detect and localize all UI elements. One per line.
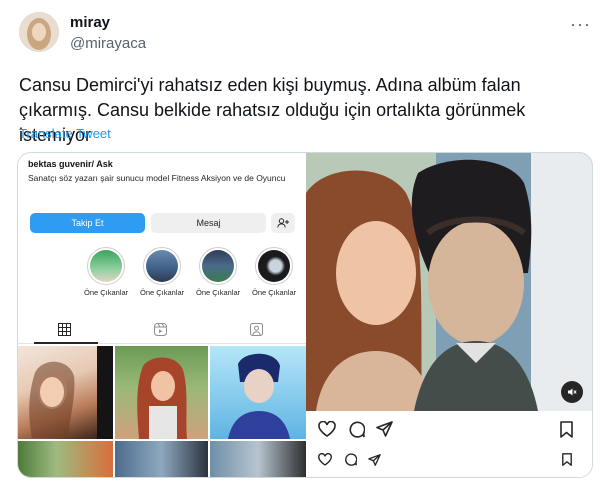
post-thumbnail — [97, 346, 113, 439]
highlight-item: Öne Çıkanlar — [196, 247, 240, 297]
post-photo — [306, 153, 592, 411]
tweet-media[interactable]: bektas guvenir/ Ask Sanatçı söz yazarı ş… — [17, 152, 593, 478]
post-thumbnail — [18, 346, 97, 439]
heart-icon — [318, 420, 336, 441]
post-thumbnail — [115, 346, 208, 439]
translate-tweet-link[interactable]: Translate Tweet — [19, 126, 111, 141]
post-thumbnail — [210, 346, 306, 439]
bookmark-icon — [562, 453, 572, 470]
comment-icon — [344, 453, 358, 470]
avatar[interactable] — [19, 12, 59, 52]
highlight-item: Öne Çıkanlar — [84, 247, 128, 297]
post-thumbnail — [210, 441, 306, 477]
message-button: Mesaj — [151, 213, 266, 233]
highlight-item: Öne Çıkanlar — [140, 247, 184, 297]
ig-bio: Sanatçı söz yazarı şair sunucu model Fit… — [28, 173, 286, 183]
share-icon — [376, 421, 393, 441]
active-tab-indicator — [34, 342, 98, 344]
add-user-icon — [271, 213, 295, 233]
comment-icon — [348, 421, 366, 442]
highlight-label: Öne Çıkanlar — [252, 288, 297, 297]
more-icon[interactable]: ··· — [570, 14, 591, 35]
instagram-post-screenshot — [306, 153, 592, 477]
bookmark-icon — [560, 421, 573, 442]
post-thumbnail — [115, 441, 208, 477]
highlight-label: Öne Çıkanlar — [84, 288, 129, 297]
share-icon — [368, 453, 381, 470]
post-thumbnail — [18, 441, 113, 477]
reels-icon — [154, 323, 167, 339]
author-handle[interactable]: @mirayaca — [70, 35, 146, 52]
grid-icon — [58, 323, 71, 339]
highlight-label: Öne Çıkanlar — [140, 288, 185, 297]
instagram-profile-screenshot: bektas guvenir/ Ask Sanatçı söz yazarı ş… — [18, 153, 306, 477]
ig-username: bektas guvenir/ Ask — [28, 159, 113, 169]
highlight-label: Öne Çıkanlar — [196, 288, 241, 297]
mute-icon — [561, 381, 583, 403]
post-action-bar — [306, 411, 592, 477]
highlight-item: Öne Çıkanlar — [252, 247, 296, 297]
heart-icon — [318, 452, 332, 470]
tagged-icon — [250, 323, 263, 339]
author-name[interactable]: miray — [70, 14, 110, 31]
follow-button: Takip Et — [30, 213, 145, 233]
